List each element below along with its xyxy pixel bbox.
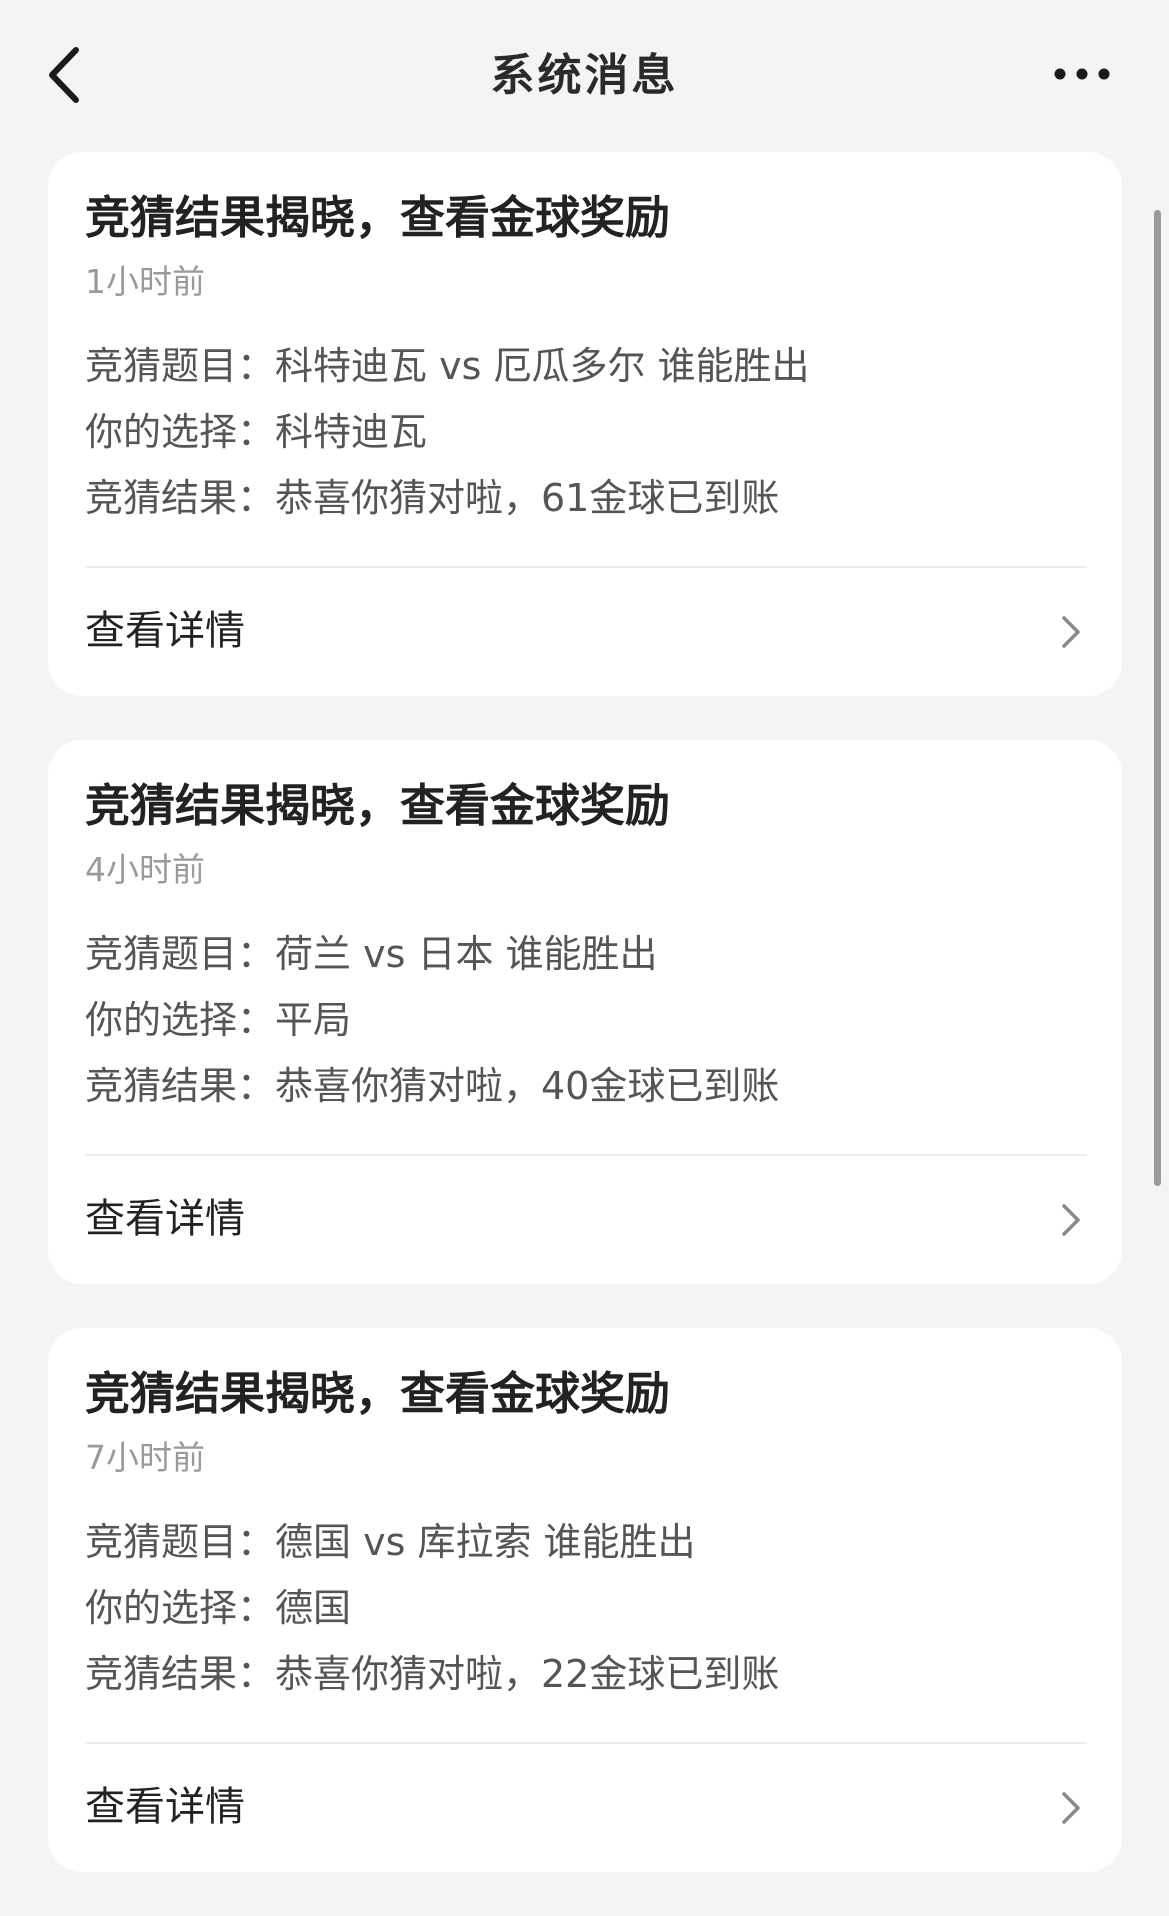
page-title: 系统消息 <box>490 50 679 101</box>
message-card: 竞猜结果揭晓，查看金球奖励 4小时前 竞猜题目：荷兰 vs 日本 谁能胜出 你的… <box>48 740 1122 1284</box>
message-time: 7小时前 <box>85 1438 205 1477</box>
quiz-result: 竞猜结果：恭喜你猜对啦，61金球已到账 <box>85 476 780 520</box>
more-horizontal-icon <box>1054 68 1110 80</box>
quiz-result: 竞猜结果：恭喜你猜对啦，22金球已到账 <box>85 1652 780 1696</box>
quiz-topic: 竞猜题目：荷兰 vs 日本 谁能胜出 <box>85 932 658 976</box>
chevron-right-icon <box>1058 1200 1084 1240</box>
view-details-label: 查看详情 <box>85 1784 245 1830</box>
view-details-label: 查看详情 <box>85 1196 245 1242</box>
message-card: 竞猜结果揭晓，查看金球奖励 1小时前 竞猜题目：科特迪瓦 vs 厄瓜多尔 谁能胜… <box>48 152 1122 696</box>
message-title: 竞猜结果揭晓，查看金球奖励 <box>85 1367 671 1420</box>
message-time: 4小时前 <box>85 850 205 889</box>
view-details-button[interactable]: 查看详情 <box>48 568 1122 696</box>
quiz-choice: 你的选择：平局 <box>85 998 352 1042</box>
message-title: 竞猜结果揭晓，查看金球奖励 <box>85 779 671 832</box>
quiz-choice: 你的选择：科特迪瓦 <box>85 410 428 454</box>
quiz-topic: 竞猜题目：德国 vs 库拉索 谁能胜出 <box>85 1520 696 1564</box>
message-time: 1小时前 <box>85 262 205 301</box>
quiz-choice: 你的选择：德国 <box>85 1586 352 1630</box>
more-button[interactable] <box>1050 54 1114 94</box>
nav-bar: 系统消息 <box>0 0 1169 150</box>
view-details-label: 查看详情 <box>85 608 245 654</box>
view-details-button[interactable]: 查看详情 <box>48 1744 1122 1872</box>
quiz-topic: 竞猜题目：科特迪瓦 vs 厄瓜多尔 谁能胜出 <box>85 344 810 388</box>
scrollbar[interactable] <box>1154 210 1161 1186</box>
message-title: 竞猜结果揭晓，查看金球奖励 <box>85 191 671 244</box>
message-card: 竞猜结果揭晓，查看金球奖励 7小时前 竞猜题目：德国 vs 库拉索 谁能胜出 你… <box>48 1328 1122 1872</box>
quiz-result: 竞猜结果：恭喜你猜对啦，40金球已到账 <box>85 1064 780 1108</box>
chevron-right-icon <box>1058 612 1084 652</box>
chevron-right-icon <box>1058 1788 1084 1828</box>
view-details-button[interactable]: 查看详情 <box>48 1156 1122 1284</box>
